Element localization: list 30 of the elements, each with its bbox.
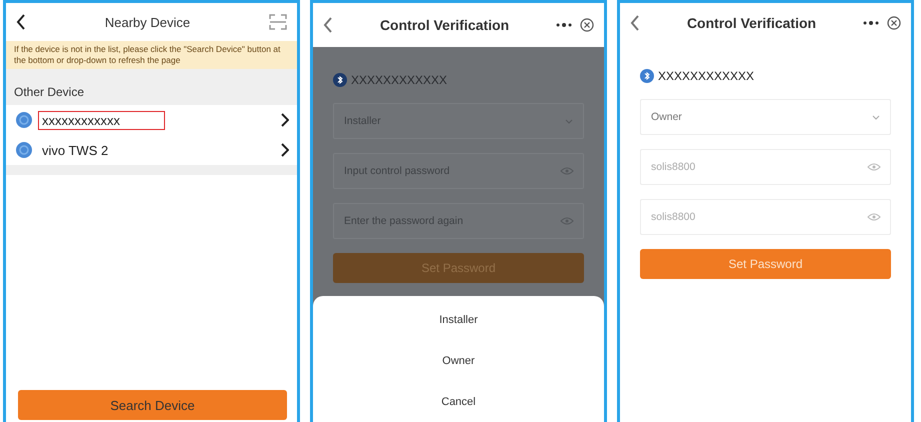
search-device-button[interactable]: Search Device xyxy=(18,390,287,420)
screen-title: Control Verification xyxy=(378,17,510,33)
device-name: xxxxxxxxxxxx xyxy=(38,110,165,130)
device-icon xyxy=(16,142,32,158)
section-header: Other Device xyxy=(6,69,297,105)
password-field[interactable]: solis8800 xyxy=(640,149,891,185)
more-button[interactable] xyxy=(556,22,572,28)
password-field[interactable]: solis8800 xyxy=(640,199,891,235)
role-option[interactable]: Owner xyxy=(436,352,481,369)
role-option[interactable]: Installer xyxy=(433,312,484,328)
bluetooth-device-icon xyxy=(640,69,654,83)
chevron-right-icon xyxy=(281,143,289,157)
scan-button[interactable] xyxy=(269,14,287,30)
device-icon xyxy=(16,112,32,128)
chevron-right-icon xyxy=(281,113,289,127)
screen-title: Control Verification xyxy=(686,15,818,31)
device-name: vivo TWS 2 xyxy=(41,142,110,160)
device-name: XXXXXXXXXXXX xyxy=(658,69,754,83)
notice-banner: If the device is not in the list, please click the "Search Device" button at the bottom or drop-down to refresh the page xyxy=(6,41,297,69)
chevron-down-icon xyxy=(565,118,573,124)
back-button[interactable] xyxy=(16,14,26,30)
close-button[interactable] xyxy=(580,18,594,32)
bluetooth-device-icon xyxy=(333,73,347,87)
role-dropdown[interactable]: Owner xyxy=(640,99,891,135)
cancel-button[interactable]: Cancel xyxy=(435,394,482,410)
close-button[interactable] xyxy=(887,16,901,30)
chevron-down-icon xyxy=(872,114,880,120)
more-button[interactable] xyxy=(863,20,879,26)
screen-title: Nearby Device xyxy=(104,14,192,30)
device-name: XXXXXXXXXXXX xyxy=(351,73,448,87)
